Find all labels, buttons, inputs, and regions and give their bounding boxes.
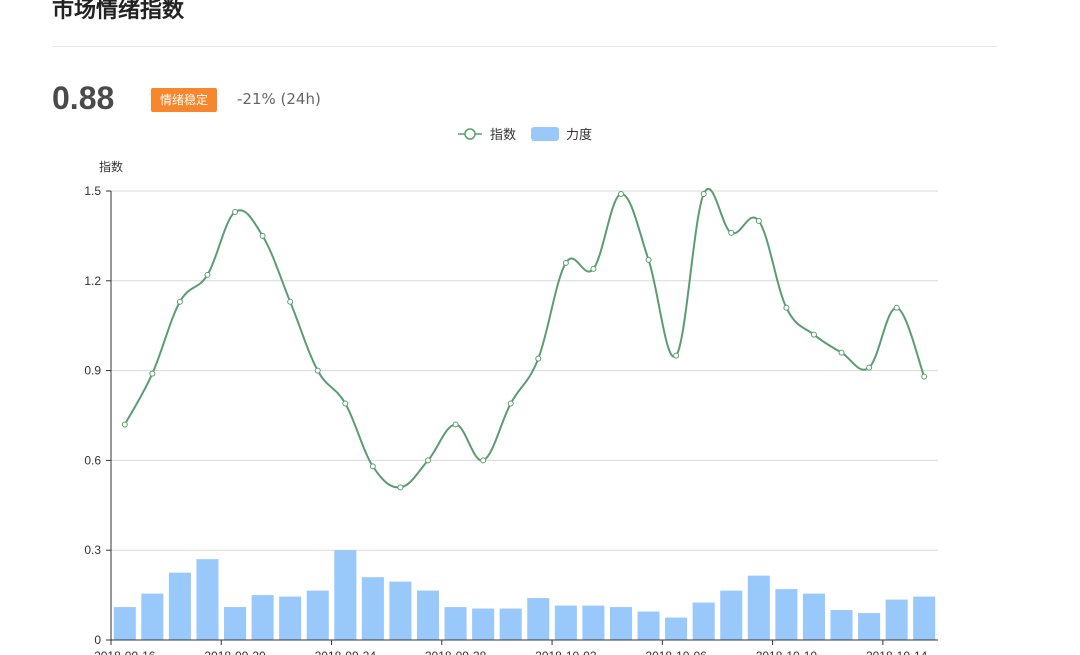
- bar[interactable]: [830, 610, 853, 640]
- data-point[interactable]: [314, 367, 321, 374]
- data-point[interactable]: [149, 370, 156, 377]
- bar[interactable]: [389, 581, 412, 640]
- bar[interactable]: [747, 575, 770, 640]
- y-tick-label: 0.6: [84, 453, 101, 467]
- x-tick-label: 2018-09-20: [204, 649, 266, 655]
- bar[interactable]: [279, 596, 302, 640]
- data-point[interactable]: [893, 304, 900, 311]
- y-tick-label: 1.5: [84, 184, 101, 198]
- y-tick-label: 0.9: [84, 364, 101, 378]
- data-point[interactable]: [810, 331, 817, 338]
- bar[interactable]: [913, 596, 936, 640]
- data-point[interactable]: [425, 457, 432, 464]
- bar[interactable]: [416, 590, 440, 640]
- data-point[interactable]: [507, 400, 514, 407]
- bar[interactable]: [885, 599, 908, 640]
- legend-bar-swatch[interactable]: [531, 127, 559, 141]
- bar[interactable]: [720, 590, 743, 640]
- bar[interactable]: [141, 593, 164, 640]
- y-tick-label: 1.2: [84, 274, 101, 288]
- data-point[interactable]: [232, 208, 239, 215]
- data-point[interactable]: [838, 349, 845, 356]
- bar[interactable]: [196, 559, 219, 640]
- bar[interactable]: [472, 608, 495, 640]
- bar[interactable]: [224, 607, 247, 640]
- bar[interactable]: [527, 598, 550, 640]
- bar[interactable]: [582, 605, 605, 640]
- legend-label-index[interactable]: 指数: [490, 127, 516, 142]
- bar[interactable]: [334, 550, 357, 640]
- bar[interactable]: [168, 572, 191, 640]
- data-point[interactable]: [700, 190, 707, 197]
- bar[interactable]: [361, 577, 384, 640]
- data-point[interactable]: [259, 232, 266, 239]
- x-tick-label: 2018-10-06: [645, 649, 707, 655]
- data-point[interactable]: [866, 364, 873, 371]
- x-tick-label: 2018-10-14: [866, 649, 928, 655]
- chart-legend[interactable]: 指数 力度: [458, 127, 592, 142]
- data-point[interactable]: [204, 271, 211, 278]
- data-point[interactable]: [342, 400, 349, 407]
- data-point[interactable]: [397, 484, 404, 491]
- data-point[interactable]: [369, 463, 376, 470]
- sentiment-chart: 指数 力度 指数 0 0.3 0.6 0.9 1.2 1.5 2018-09-16 2018-…: [84, 127, 938, 655]
- data-point[interactable]: [452, 421, 459, 428]
- data-point[interactable]: [562, 259, 569, 266]
- x-tick-label: 2018-09-28: [425, 649, 487, 655]
- x-tick-label: 2018-09-24: [315, 649, 377, 655]
- data-point[interactable]: [728, 229, 735, 236]
- bar[interactable]: [637, 611, 660, 640]
- bar[interactable]: [858, 613, 881, 640]
- bar[interactable]: [306, 590, 329, 640]
- data-point[interactable]: [921, 373, 928, 380]
- data-point[interactable]: [480, 457, 487, 464]
- data-point[interactable]: [121, 421, 128, 428]
- y-tick-label: 0: [94, 633, 101, 647]
- y-axis-title: 指数: [99, 159, 123, 174]
- data-point[interactable]: [783, 304, 790, 311]
- data-point[interactable]: [673, 352, 680, 359]
- data-point[interactable]: [755, 217, 762, 224]
- legend-line-marker[interactable]: [464, 128, 476, 140]
- bar[interactable]: [775, 589, 798, 640]
- bar[interactable]: [609, 607, 633, 640]
- bar[interactable]: [802, 593, 825, 640]
- series-line-index: [123, 188, 926, 489]
- bar[interactable]: [113, 607, 136, 640]
- data-point[interactable]: [535, 355, 542, 362]
- data-point[interactable]: [645, 256, 652, 263]
- data-point[interactable]: [590, 265, 597, 272]
- data-point[interactable]: [287, 298, 294, 305]
- x-tick-label: 2018-09-16: [94, 649, 156, 655]
- x-tick-label: 2018-10-02: [535, 649, 597, 655]
- y-tick-label: 0.3: [84, 543, 101, 557]
- bar[interactable]: [665, 617, 688, 640]
- data-point[interactable]: [176, 298, 183, 305]
- legend-label-strength[interactable]: 力度: [566, 127, 592, 142]
- x-tick-label: 2018-10-10: [756, 649, 818, 655]
- bar[interactable]: [554, 605, 577, 640]
- bar[interactable]: [251, 595, 274, 640]
- data-point[interactable]: [617, 190, 624, 197]
- bar[interactable]: [692, 602, 715, 640]
- bar[interactable]: [444, 607, 467, 640]
- bar[interactable]: [499, 608, 522, 640]
